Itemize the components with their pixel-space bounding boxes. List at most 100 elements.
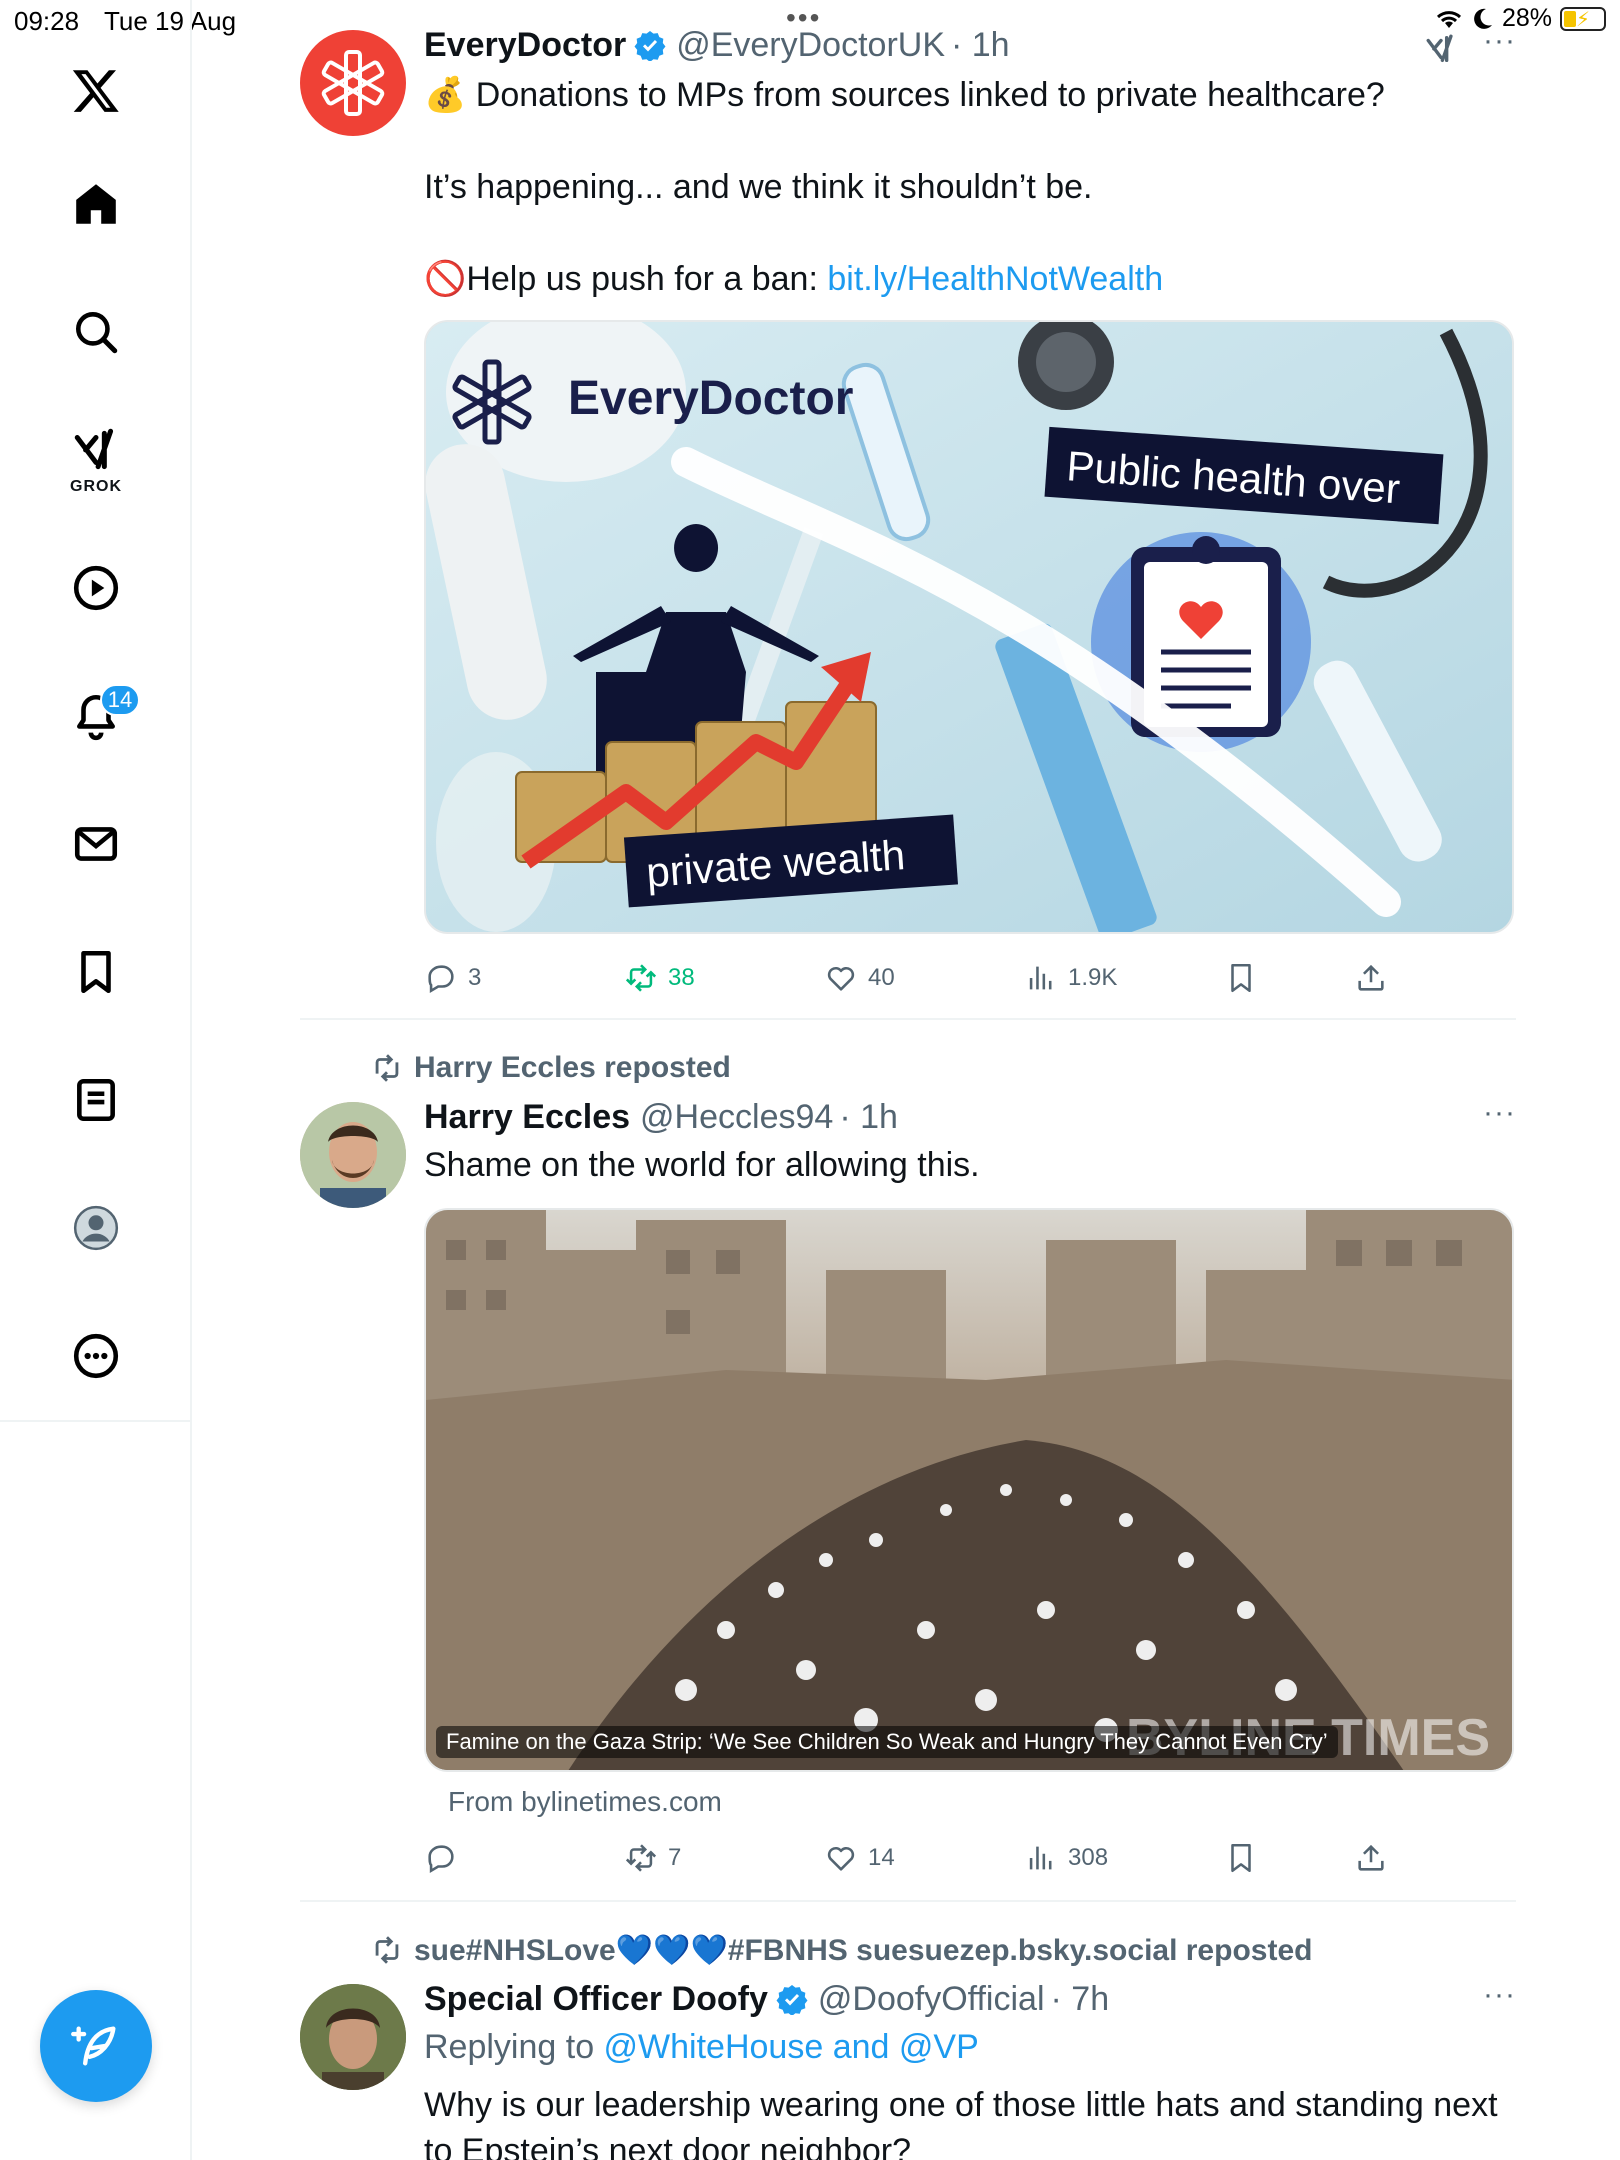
share-button[interactable] [1354, 1838, 1388, 1878]
tweet-time: · 7h [1050, 1979, 1110, 2018]
avatar[interactable] [300, 1984, 406, 2090]
tweet-divider [300, 1018, 1516, 1020]
sidebar-divider [0, 1420, 192, 1422]
views-icon [1029, 966, 1052, 990]
bookmark-button[interactable] [1224, 1838, 1258, 1878]
author-name[interactable]: EveryDoctor [424, 26, 626, 65]
replying-to: Replying to @WhiteHouse and @VP [424, 2028, 979, 2066]
repost-icon [375, 1054, 399, 1082]
repost-context-text: Harry Eccles reposted [414, 1051, 731, 1084]
verified-badge-icon [776, 1985, 808, 2015]
view-count: 308 [1068, 1844, 1109, 1871]
timeline: EveryDoctor @EveryDoctorUK · 1h ··· 💰 Do… [192, 0, 1620, 2160]
author-handle[interactable]: @Heccles94 [640, 1098, 833, 1137]
bookmark-icon [1231, 963, 1251, 993]
repost-count: 38 [668, 964, 695, 991]
avatar[interactable] [300, 30, 406, 136]
share-icon [1358, 1844, 1384, 1871]
notifications-badge: 14 [100, 684, 140, 716]
tweet-time: · 1h [839, 1097, 898, 1136]
repost-context[interactable]: Harry Eccles reposted [370, 1048, 731, 1088]
tweet-link[interactable]: bit.ly/HealthNotWealth [827, 260, 1163, 298]
like-button[interactable]: 40 [824, 958, 895, 998]
grok-label: GROK [70, 478, 122, 495]
everydoctor-logo-icon [321, 50, 385, 116]
repost-icon [625, 1844, 657, 1872]
messages-icon[interactable] [56, 804, 136, 884]
reply-button[interactable] [424, 1838, 468, 1878]
repost-icon [375, 1936, 399, 1964]
tweet-text-line-3: 🚫Help us push for a ban: bit.ly/HealthNo… [424, 260, 1164, 298]
link-card-image[interactable]: BYLINE TIMES Famine on the Gaza Strip: ‘… [424, 1208, 1514, 1772]
repost-count: 7 [668, 1844, 682, 1871]
repost-icon [625, 964, 657, 992]
more-icon[interactable]: ··· [1483, 24, 1516, 58]
card-caption: Famine on the Gaza Strip: ‘We See Childr… [436, 1726, 1338, 1758]
tweet-header: Harry Eccles @Heccles94 · 1h [424, 1096, 1516, 1138]
avatar[interactable] [300, 1102, 406, 1208]
reply-icon [428, 1845, 454, 1874]
reply-count: 3 [468, 964, 482, 991]
money-bag-emoji-icon: 💰 [424, 76, 467, 114]
views-button[interactable]: 1.9K [1024, 958, 1117, 998]
replying-to-handles[interactable]: @WhiteHouse and @VP [604, 2028, 979, 2066]
campaign-graphic: EveryDoctor Public health over private w… [426, 322, 1512, 932]
bookmark-button[interactable] [1224, 958, 1258, 998]
tweet-divider [300, 1900, 1516, 1902]
heart-icon [827, 1846, 855, 1871]
like-button[interactable]: 14 [824, 1838, 895, 1878]
author-handle[interactable]: @DoofyOfficial [818, 1980, 1045, 2019]
sidebar: GROK 14 [0, 0, 192, 2160]
tweet[interactable]: sue#NHSLove💙💙💙#FBNHS suesuezep.bsky.soci… [300, 1930, 1516, 2160]
like-count: 40 [868, 964, 895, 991]
compose-feather-icon [71, 2026, 116, 2066]
tweet-time: · 1h [951, 25, 1010, 64]
more-icon[interactable]: ··· [1483, 1096, 1516, 1130]
reply-icon [428, 965, 454, 994]
repost-button[interactable]: 7 [624, 1838, 681, 1878]
bookmark-icon [1231, 1843, 1251, 1873]
bookmarks-icon[interactable] [56, 932, 136, 1012]
tweet-text: Why is our leadership wearing one of tho… [424, 2086, 1498, 2160]
user-photo [300, 1984, 406, 2090]
prohibited-emoji-icon: 🚫 [424, 260, 467, 298]
like-count: 14 [868, 1844, 895, 1871]
tweet-header: Special Officer Doofy @DoofyOfficial · 7… [424, 1978, 1516, 2020]
home-icon[interactable] [56, 164, 136, 244]
tweet-header: EveryDoctor @EveryDoctorUK · 1h [424, 24, 1516, 66]
author-handle[interactable]: @EveryDoctorUK [676, 26, 945, 65]
card-source[interactable]: From bylinetimes.com [448, 1786, 722, 1818]
author-name[interactable]: Special Officer Doofy [424, 1980, 768, 2019]
repost-context[interactable]: sue#NHSLove💙💙💙#FBNHS suesuezep.bsky.soci… [370, 1930, 1312, 1970]
more-options-icon[interactable] [56, 1316, 136, 1396]
verified-badge-icon [634, 31, 666, 61]
reply-button[interactable]: 3 [424, 958, 481, 998]
profile-icon[interactable] [56, 1188, 136, 1268]
gaza-crowd-photo: BYLINE TIMES [426, 1210, 1512, 1770]
heart-icon [827, 966, 855, 991]
tweet-image[interactable]: EveryDoctor Public health over private w… [424, 320, 1514, 934]
tweet-text: Shame on the world for allowing this. [424, 1146, 980, 1184]
tweet-text-line-1: 💰 Donations to MPs from sources linked t… [424, 76, 1385, 114]
tweet[interactable]: EveryDoctor @EveryDoctorUK · 1h ··· 💰 Do… [300, 24, 1516, 1004]
x-logo-icon[interactable] [56, 50, 136, 130]
repost-context-text: sue#NHSLove💙💙💙#FBNHS suesuezep.bsky.soci… [414, 1933, 1313, 1967]
user-photo [300, 1102, 406, 1208]
tweet-actions: 7 14 308 [424, 1838, 1404, 1878]
views-icon [1029, 1846, 1052, 1870]
image-brand-text: EveryDoctor [568, 372, 853, 425]
tweet-actions: 3 38 40 1.9K [424, 958, 1404, 998]
tweet-text-line-2: It’s happening... and we think it should… [424, 168, 1093, 206]
more-icon[interactable]: ··· [1483, 1978, 1516, 2012]
share-button[interactable] [1354, 958, 1388, 998]
lists-icon[interactable] [56, 1060, 136, 1140]
views-button[interactable]: 308 [1024, 1838, 1108, 1878]
compose-post-button[interactable] [40, 1990, 152, 2102]
repost-button[interactable]: 38 [624, 958, 695, 998]
search-icon[interactable] [56, 292, 136, 372]
view-count: 1.9K [1068, 964, 1118, 991]
share-icon [1358, 964, 1384, 991]
video-icon[interactable] [56, 548, 136, 628]
author-name[interactable]: Harry Eccles [424, 1098, 630, 1137]
tweet[interactable]: Harry Eccles reposted Harry Eccles @Hecc… [300, 1048, 1516, 1874]
